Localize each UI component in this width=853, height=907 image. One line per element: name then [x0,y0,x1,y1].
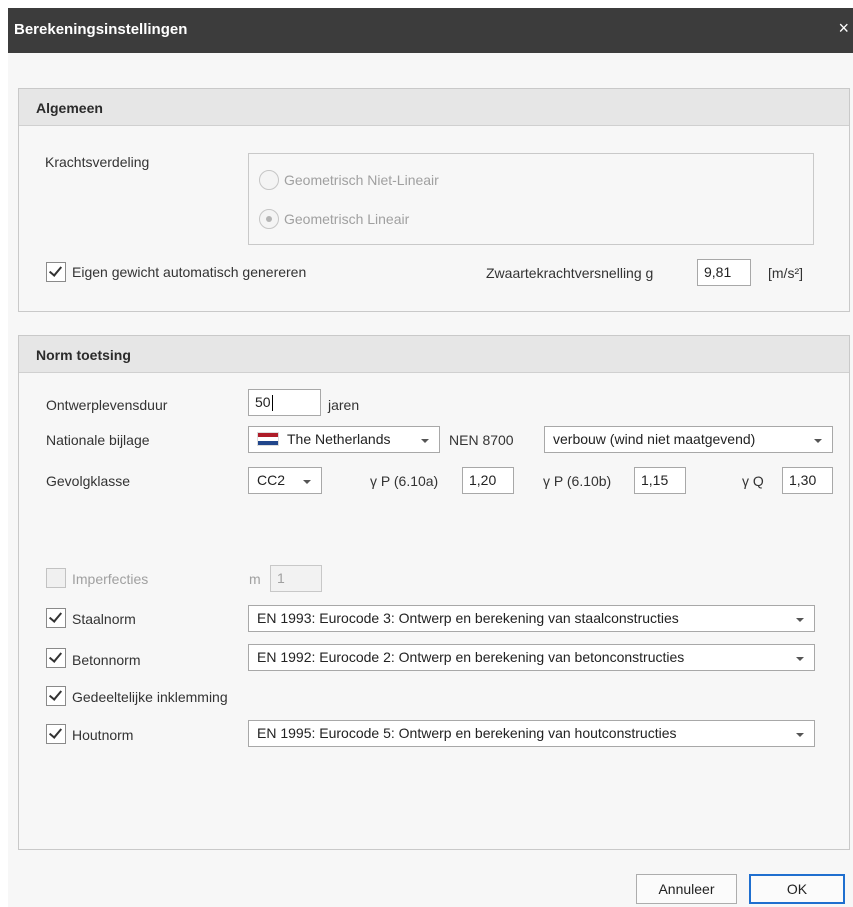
chevron-down-icon [796,618,804,622]
algemeen-title: Algemeen [36,100,103,116]
radio-label-niet-lineair: Geometrisch Niet-Lineair [284,172,439,188]
betonnorm-value: EN 1992: Eurocode 2: Ontwerp en berekeni… [257,649,685,665]
staalnorm-value: EN 1993: Eurocode 3: Ontwerp en berekeni… [257,610,679,626]
ontwerplevensduur-input[interactable]: 50 [248,389,321,416]
staalnorm-label: Staalnorm [72,611,136,627]
check-icon [48,687,63,701]
imperfecties-checkbox[interactable] [46,568,66,588]
radio-label-lineair: Geometrisch Lineair [284,211,410,227]
staalnorm-checkbox[interactable] [46,608,66,628]
bijlage-option-select[interactable]: verbouw (wind niet maatgevend) [544,426,833,453]
country-select[interactable]: The Netherlands [248,426,440,453]
gevolgklasse-value: CC2 [257,472,286,488]
bijlage-option-value: verbouw (wind niet maatgevend) [553,431,756,447]
chevron-down-icon [814,439,822,443]
chevron-down-icon [421,439,429,443]
close-icon[interactable]: × [838,19,849,37]
imperfecties-m-label: m [249,571,261,587]
algemeen-header: Algemeen [19,89,849,126]
gamma-q-label: γ Q [742,473,764,489]
check-icon [48,609,63,623]
gedeeltelijke-inklemming-label: Gedeeltelijke inklemming [72,689,228,705]
betonnorm-checkbox[interactable] [46,648,66,668]
gevolgklasse-label: Gevolgklasse [46,473,131,489]
window-title: Berekeningsinstellingen [14,21,188,38]
title-bar: Berekeningsinstellingen × [8,8,853,53]
radio-geometrisch-lineair[interactable] [259,209,279,229]
gedeeltelijke-inklemming-checkbox[interactable] [46,686,66,706]
zwaartekracht-input[interactable]: 9,81 [697,259,751,286]
houtnorm-label: Houtnorm [72,727,134,743]
gevolgklasse-select[interactable]: CC2 [248,467,322,494]
imperfecties-label: Imperfecties [72,571,149,587]
imperfecties-m-input[interactable]: 1 [270,565,322,592]
betonnorm-label: Betonnorm [72,652,141,668]
ontwerplevensduur-value: 50 [255,394,271,410]
ok-button[interactable]: OK [749,874,845,904]
ontwerplevensduur-label: Ontwerplevensduur [46,397,168,413]
gamma-p-610a-label: γ P (6.10a) [370,473,439,489]
check-icon [48,649,63,663]
houtnorm-select[interactable]: EN 1995: Eurocode 5: Ontwerp en berekeni… [248,720,815,747]
radio-geometrisch-niet-lineair[interactable] [259,170,279,190]
chevron-down-icon [796,733,804,737]
eigen-gewicht-label: Eigen gewicht automatisch genereren [72,264,307,280]
netherlands-flag-icon [257,432,279,446]
nationale-bijlage-label: Nationale bijlage [46,432,150,448]
krachtsverdeling-box [248,153,814,245]
chevron-down-icon [796,657,804,661]
ontwerplevensduur-unit: jaren [328,397,360,413]
gamma-p-610b-label: γ P (6.10b) [543,473,612,489]
chevron-down-icon [303,480,311,484]
radio-selected-dot [266,216,272,222]
houtnorm-value: EN 1995: Eurocode 5: Ontwerp en berekeni… [257,725,677,741]
staalnorm-select[interactable]: EN 1993: Eurocode 3: Ontwerp en berekeni… [248,605,815,632]
krachtsverdeling-label: Krachtsverdeling [45,154,150,170]
gamma-p-610b-input[interactable]: 1,15 [634,467,686,494]
gamma-q-input[interactable]: 1,30 [782,467,833,494]
check-icon [48,725,63,739]
zwaartekracht-unit: [m/s²] [768,265,803,281]
norm-title: Norm toetsing [36,347,131,363]
cancel-button[interactable]: Annuleer [636,874,737,904]
text-caret [271,395,273,412]
zwaartekracht-label: Zwaartekrachtversnelling g [486,265,654,281]
betonnorm-select[interactable]: EN 1992: Eurocode 2: Ontwerp en berekeni… [248,644,815,671]
eigen-gewicht-checkbox[interactable] [46,262,66,282]
nen-code-label: NEN 8700 [449,432,514,448]
norm-header: Norm toetsing [19,336,849,373]
houtnorm-checkbox[interactable] [46,724,66,744]
country-value: The Netherlands [287,431,391,447]
check-icon [48,263,63,277]
gamma-p-610a-input[interactable]: 1,20 [462,467,514,494]
